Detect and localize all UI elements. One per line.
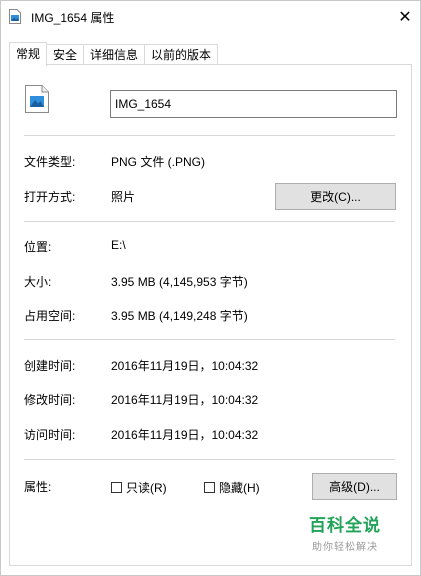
divider	[24, 135, 395, 136]
tab-strip: 常规 安全 详细信息 以前的版本	[9, 42, 219, 66]
file-type-value: PNG 文件 (.PNG)	[111, 155, 206, 169]
readonly-checkbox-label[interactable]: 只读(R)	[126, 479, 167, 496]
tab-general[interactable]: 常规	[9, 42, 48, 66]
size-on-disk-label: 占用空间:	[24, 309, 76, 323]
tab-security[interactable]: 安全	[46, 44, 85, 64]
change-button[interactable]: 更改(C)...	[275, 183, 396, 210]
hidden-checkbox-label[interactable]: 隐藏(H)	[219, 479, 260, 496]
file-type-label: 文件类型:	[24, 155, 76, 169]
close-button[interactable]: ✕	[390, 1, 420, 32]
divider	[24, 459, 395, 460]
window-title: IMG_1654 属性	[31, 11, 115, 25]
close-icon: ✕	[398, 8, 412, 26]
watermark-title: 百科全说	[309, 516, 381, 536]
location-value: E:\	[111, 238, 126, 252]
created-label: 创建时间:	[24, 359, 76, 373]
created-value: 2016年11月19日，10:04:32	[111, 359, 259, 373]
title-bar[interactable]: IMG_1654 属性 ✕	[1, 1, 420, 32]
image-file-icon	[9, 9, 21, 24]
accessed-value: 2016年11月19日，10:04:32	[111, 428, 259, 442]
tab-previous-versions[interactable]: 以前的版本	[144, 44, 219, 64]
file-name-field[interactable]: IMG_1654	[110, 90, 397, 118]
image-file-icon	[25, 85, 49, 113]
readonly-checkbox-box[interactable]	[111, 482, 122, 493]
watermark-logo: 百科全说 助你轻松解决	[305, 511, 385, 553]
size-value: 3.95 MB (4,145,953 字节)	[111, 275, 248, 289]
hidden-checkbox-box[interactable]	[204, 482, 215, 493]
tab-details[interactable]: 详细信息	[83, 44, 146, 64]
hidden-checkbox[interactable]: 隐藏(H)	[204, 479, 260, 496]
location-label: 位置:	[24, 240, 52, 254]
modified-value: 2016年11月19日，10:04:32	[111, 393, 259, 407]
divider	[24, 221, 395, 222]
divider	[24, 339, 395, 340]
attributes-label: 属性:	[24, 480, 52, 494]
size-on-disk-value: 3.95 MB (4,149,248 字节)	[111, 309, 248, 323]
readonly-checkbox[interactable]: 只读(R)	[111, 479, 167, 496]
accessed-label: 访问时间:	[24, 428, 76, 442]
modified-label: 修改时间:	[24, 393, 76, 407]
size-label: 大小:	[24, 275, 52, 289]
open-with-value: 照片	[111, 190, 136, 204]
open-with-label: 打开方式:	[24, 190, 76, 204]
watermark-subtitle: 助你轻松解决	[312, 542, 378, 553]
properties-window: IMG_1654 属性 ✕ 常规 安全 详细信息 以前的版本 IMG_1654 …	[0, 0, 421, 576]
advanced-button[interactable]: 高级(D)...	[312, 473, 397, 500]
